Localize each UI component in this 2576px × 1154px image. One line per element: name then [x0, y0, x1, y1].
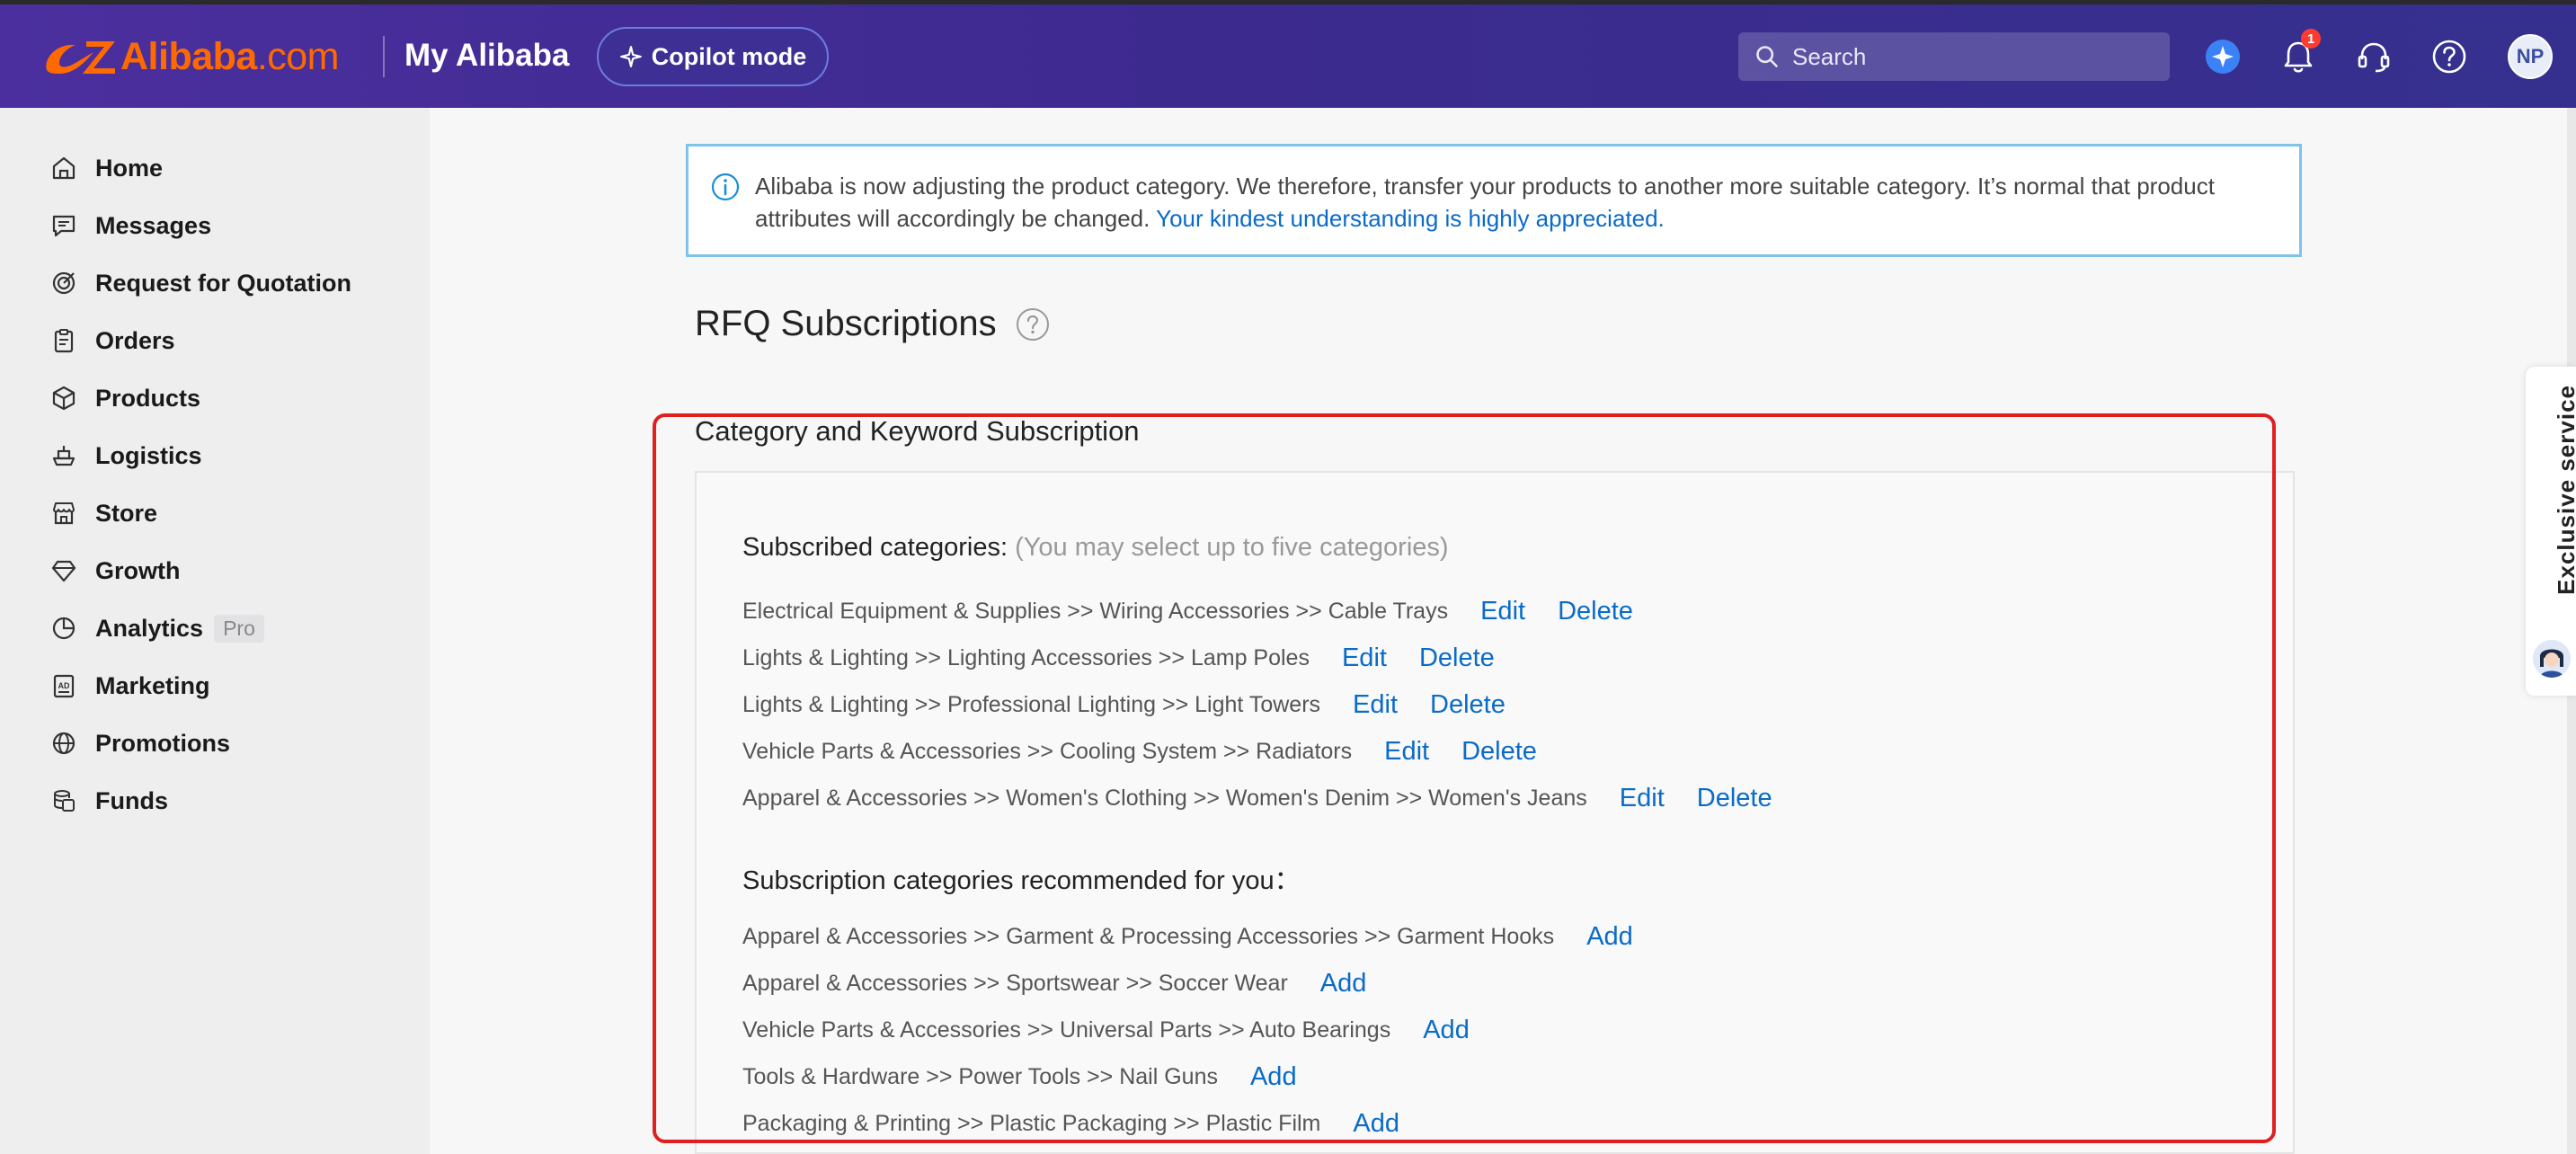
search-placeholder: Search — [1792, 42, 1867, 70]
headset-icon — [2358, 42, 2390, 73]
question-circle-icon[interactable] — [1015, 306, 1051, 342]
category-adjustment-notice: Alibaba is now adjusting the product cat… — [686, 144, 2302, 257]
alibaba-logo[interactable]: Alibaba.com — [40, 32, 340, 81]
sidebar-item-funds[interactable]: Funds — [50, 783, 168, 819]
exclusive-service-label: Exclusive service — [2553, 385, 2576, 595]
home-icon — [52, 156, 76, 180]
sidebar-item-promotions[interactable]: Promotions — [50, 725, 230, 761]
sidebar-item-label: Products — [95, 384, 201, 412]
box-icon — [52, 386, 76, 411]
sidebar-item-label: Analytics — [95, 614, 204, 642]
window-top-edge — [0, 0, 2576, 4]
sidebar-item-growth[interactable]: Growth — [50, 553, 181, 589]
alibaba-logo-mark-icon — [46, 41, 115, 74]
info-icon — [711, 173, 740, 201]
sidebar-item-label: Store — [95, 499, 158, 527]
sidebar-item-products[interactable]: Products — [50, 380, 200, 416]
help-button[interactable] — [2427, 34, 2472, 79]
search-input[interactable]: Search — [1738, 32, 2170, 81]
exclusive-service-tab[interactable]: Exclusive service — [2526, 367, 2576, 696]
diamond-icon — [51, 560, 76, 582]
question-circle-icon — [2432, 40, 2466, 74]
pie-chart-icon — [52, 617, 76, 640]
sidebar-item-logistics[interactable]: Logistics — [50, 438, 202, 474]
page-title: RFQ Subscriptions — [695, 304, 1051, 344]
sidebar-item-label: Funds — [95, 786, 168, 814]
rfq-icon — [52, 271, 76, 295]
sidebar-item-label: Request for Quotation — [95, 269, 351, 297]
notice-link[interactable]: Your kindest understanding is highly app… — [1156, 205, 1665, 232]
message-icon — [52, 215, 76, 237]
sidebar-item-marketing[interactable]: AD Marketing — [50, 668, 210, 704]
notification-count-badge: 1 — [2301, 29, 2321, 49]
sidebar-item-label: Orders — [95, 326, 175, 354]
sidebar-item-label: Home — [95, 154, 164, 182]
coins-icon — [54, 790, 75, 812]
sidebar-item-label: Messages — [95, 211, 212, 239]
copilot-mode-label: Copilot mode — [651, 42, 807, 70]
sidebar-item-label: Marketing — [95, 671, 210, 699]
sidebar-item-request-for-quotation[interactable]: Request for Quotation — [50, 265, 351, 301]
header-divider — [383, 36, 385, 77]
sparkle-icon — [619, 46, 642, 67]
pro-badge: Pro — [214, 614, 264, 643]
ai-star-icon — [2206, 40, 2240, 74]
highlight-annotation-box — [653, 413, 2276, 1143]
copilot-mode-button[interactable]: Copilot mode — [597, 27, 829, 86]
agent-avatar-icon — [2533, 640, 2571, 678]
sidebar-item-label: Logistics — [95, 441, 202, 469]
notifications-button[interactable]: 1 — [2276, 29, 2321, 79]
page-title-text: RFQ Subscriptions — [695, 304, 997, 343]
svg-text:AD: AD — [58, 681, 70, 690]
notice-text: Alibaba is now adjusting the product cat… — [755, 170, 2274, 235]
sidebar-item-orders[interactable]: Orders — [50, 323, 175, 359]
sidebar-item-messages[interactable]: Messages — [50, 208, 211, 244]
sidebar-item-home[interactable]: Home — [50, 150, 163, 186]
ship-icon — [52, 446, 76, 466]
alibaba-wordmark: Alibaba.com — [120, 34, 340, 78]
app-title[interactable]: My Alibaba — [404, 38, 569, 74]
sidebar-item-store[interactable]: Store — [50, 495, 157, 531]
sidebar-item-analytics[interactable]: Analytics Pro — [50, 610, 264, 646]
sidebar-item-label: Growth — [95, 556, 181, 584]
store-icon — [53, 502, 75, 525]
customer-service-button[interactable] — [2351, 34, 2396, 79]
top-navigation-bar: Alibaba.com My Alibaba Copilot mode Sear… — [0, 0, 2576, 108]
ad-icon: AD — [53, 674, 75, 698]
sidebar-item-label: Promotions — [95, 729, 231, 757]
ai-assistant-button[interactable] — [2200, 34, 2245, 79]
service-agent-avatar — [2533, 640, 2571, 678]
globe-icon — [52, 732, 76, 755]
clipboard-icon — [54, 329, 74, 353]
search-icon — [1756, 46, 1778, 67]
user-avatar[interactable]: NP — [2508, 34, 2553, 79]
